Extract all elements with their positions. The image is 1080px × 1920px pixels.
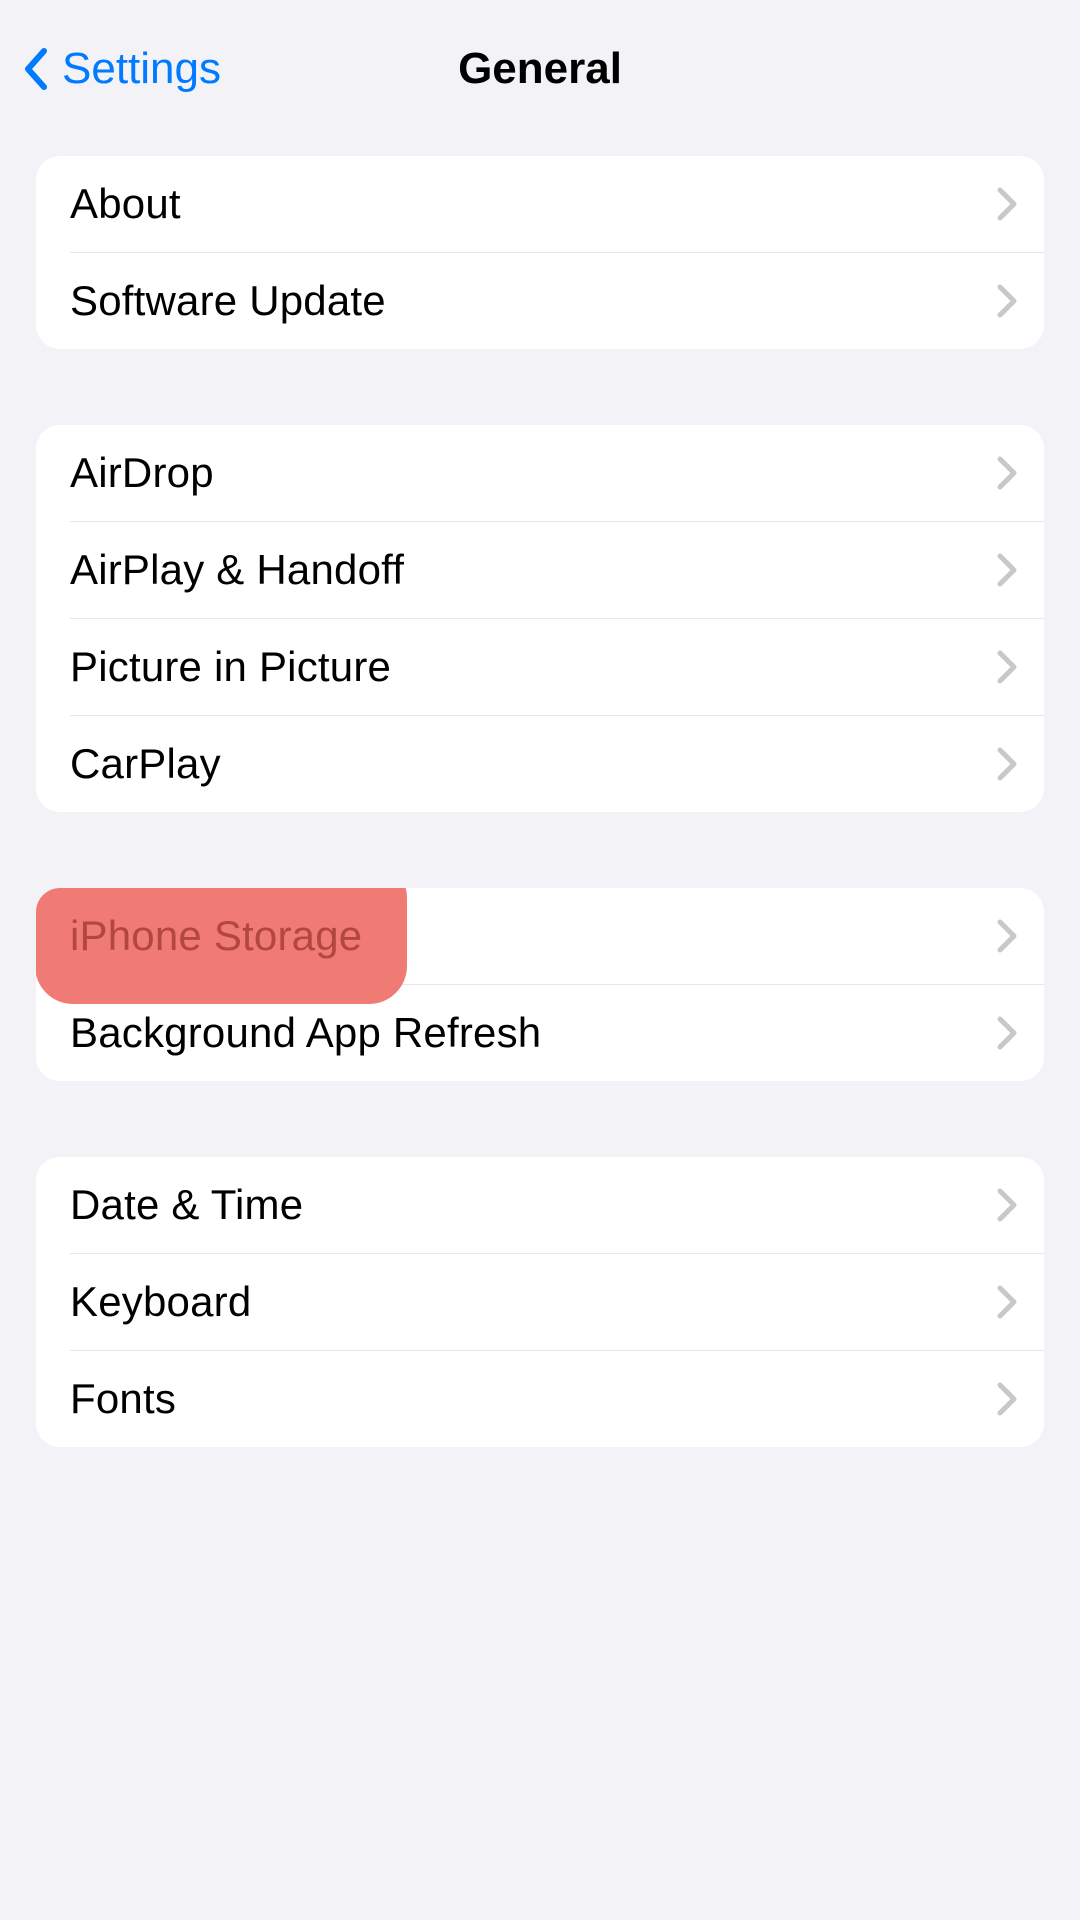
row-label: Fonts xyxy=(70,1375,176,1423)
chevron-right-icon xyxy=(996,746,1018,782)
row-wrap: AirPlay & Handoff xyxy=(36,522,1044,618)
nav-bar: Settings General xyxy=(0,0,1080,138)
page-title: General xyxy=(458,44,622,94)
row-wrap: Picture in Picture xyxy=(36,619,1044,715)
row-label: CarPlay xyxy=(70,740,221,788)
row-airplay-handoff[interactable]: AirPlay & Handoff xyxy=(36,522,1044,618)
chevron-right-icon xyxy=(996,552,1018,588)
row-label: Picture in Picture xyxy=(70,643,391,691)
row-carplay[interactable]: CarPlay xyxy=(36,716,1044,812)
content: About Software Update AirDrop AirPlay & Han… xyxy=(0,138,1080,1447)
chevron-right-icon xyxy=(996,186,1018,222)
chevron-right-icon xyxy=(996,1015,1018,1051)
row-label: Software Update xyxy=(70,277,386,325)
row-software-update[interactable]: Software Update xyxy=(36,253,1044,349)
settings-group: Date & Time Keyboard Fonts xyxy=(36,1157,1044,1447)
row-wrap: AirDrop xyxy=(36,425,1044,521)
row-date-time[interactable]: Date & Time xyxy=(36,1157,1044,1253)
row-label: About xyxy=(70,180,181,228)
row-picture-in-picture[interactable]: Picture in Picture xyxy=(36,619,1044,715)
chevron-right-icon xyxy=(996,455,1018,491)
settings-group: About Software Update xyxy=(36,156,1044,349)
row-about[interactable]: About xyxy=(36,156,1044,252)
back-button[interactable]: Settings xyxy=(0,44,221,94)
row-wrap: CarPlay xyxy=(36,716,1044,812)
row-keyboard[interactable]: Keyboard xyxy=(36,1254,1044,1350)
chevron-right-icon xyxy=(996,918,1018,954)
row-label: iPhone Storage xyxy=(70,912,362,960)
row-label: Keyboard xyxy=(70,1278,251,1326)
chevron-right-icon xyxy=(996,1381,1018,1417)
row-label: Background App Refresh xyxy=(70,1009,541,1057)
row-label: AirPlay & Handoff xyxy=(70,546,404,594)
chevron-right-icon xyxy=(996,649,1018,685)
row-wrap: Date & Time xyxy=(36,1157,1044,1253)
row-wrap: Keyboard xyxy=(36,1254,1044,1350)
chevron-right-icon xyxy=(996,1187,1018,1223)
row-wrap: iPhone Storage xyxy=(36,888,1044,984)
settings-group: iPhone Storage Background App Refresh xyxy=(36,888,1044,1081)
back-label: Settings xyxy=(62,44,221,94)
chevron-right-icon xyxy=(996,1284,1018,1320)
row-wrap: Fonts xyxy=(36,1351,1044,1447)
row-label: Date & Time xyxy=(70,1181,303,1229)
row-label: AirDrop xyxy=(70,449,214,497)
row-fonts[interactable]: Fonts xyxy=(36,1351,1044,1447)
settings-group: AirDrop AirPlay & Handoff Picture in Pictu… xyxy=(36,425,1044,812)
row-airdrop[interactable]: AirDrop xyxy=(36,425,1044,521)
row-wrap: About xyxy=(36,156,1044,252)
chevron-right-icon xyxy=(996,283,1018,319)
chevron-left-icon xyxy=(22,47,52,91)
row-wrap: Software Update xyxy=(36,253,1044,349)
